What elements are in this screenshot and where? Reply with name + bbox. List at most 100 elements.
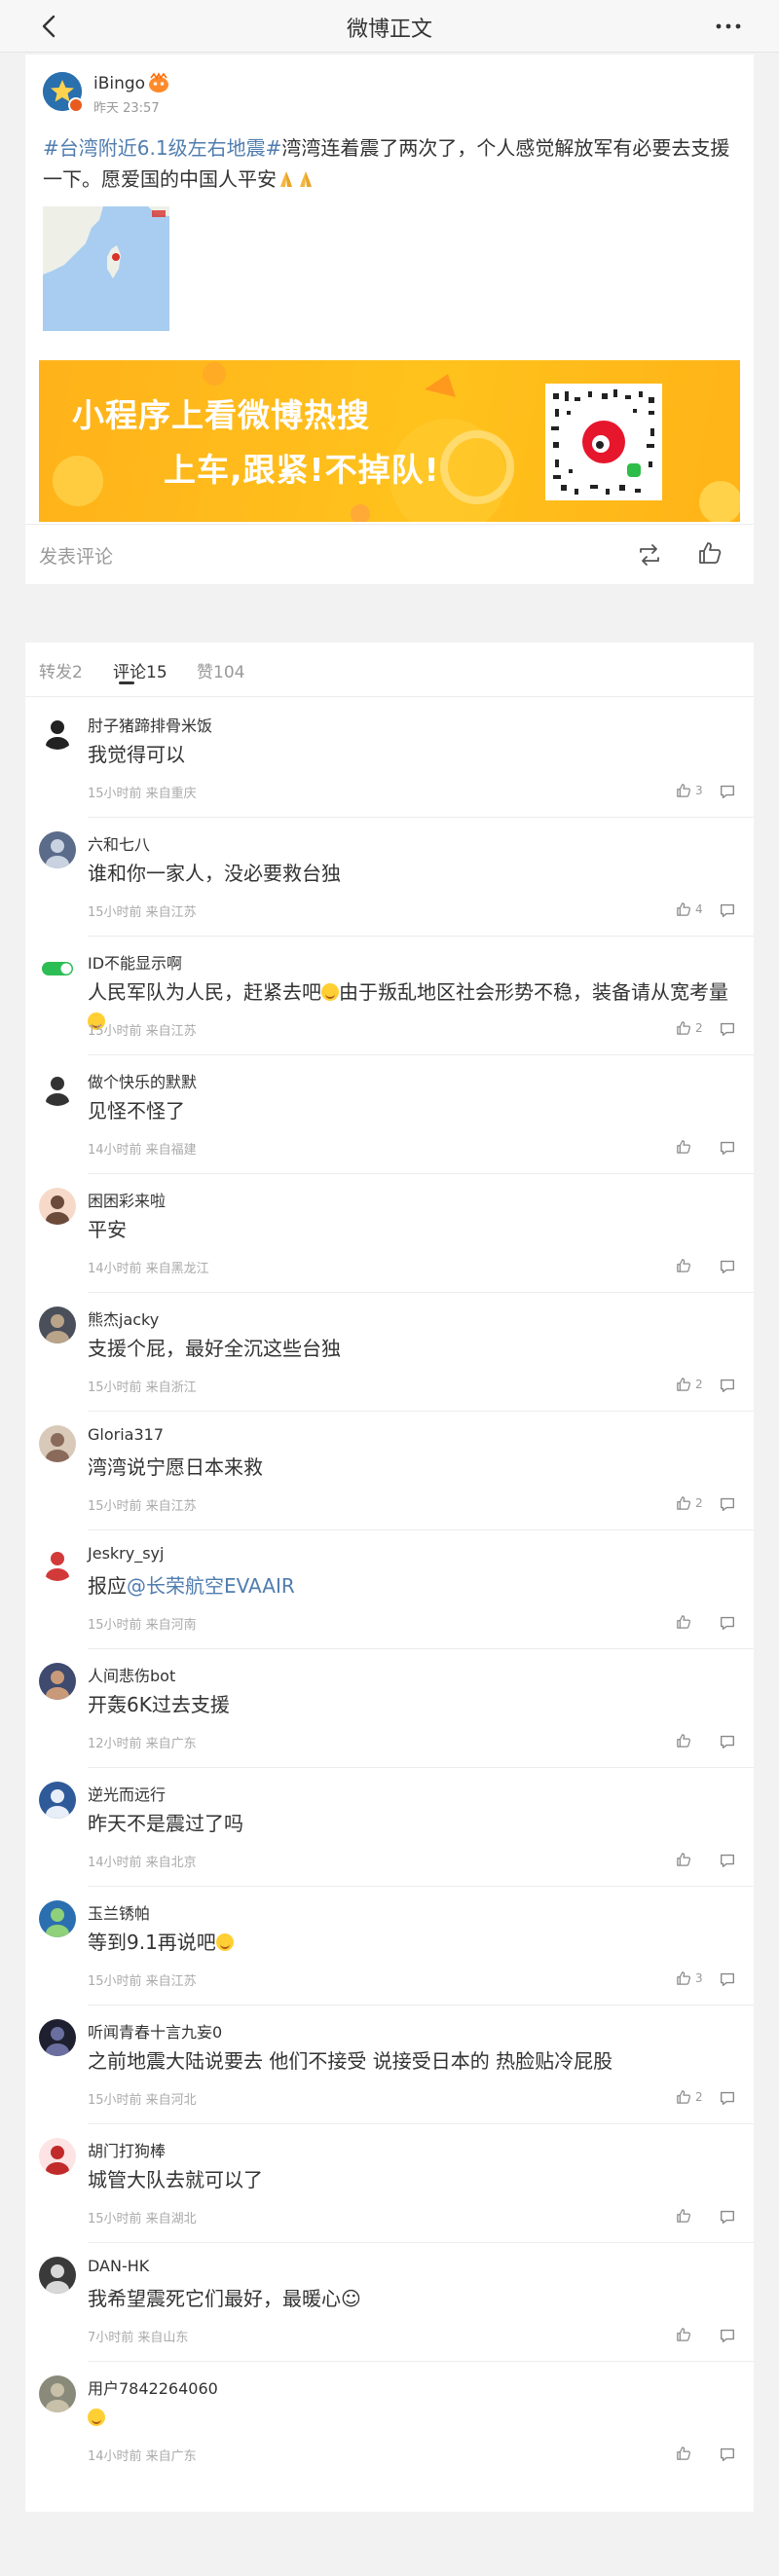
commenter-name[interactable]: 玉兰锈帕 [88, 1900, 150, 1924]
comment-reply-icon[interactable] [719, 2327, 738, 2346]
commenter-avatar[interactable] [39, 1425, 76, 1462]
comment-reply-icon[interactable] [719, 1020, 738, 1040]
comment-like-button[interactable] [676, 1256, 715, 1277]
mini-program-banner[interactable]: 小程序上看微博热搜 上车,跟紧!不掉队! [39, 360, 740, 522]
comment-text-continued: 由于叛乱地区社会形势不稳，装备请从宽考量 [339, 980, 728, 1004]
commenter-avatar[interactable] [39, 713, 76, 750]
comment-item[interactable]: 困困彩来啦 平安 14小时前 来自黑龙江 [25, 1174, 754, 1293]
commenter-avatar[interactable] [39, 2138, 76, 2175]
like-thumb-icon[interactable] [697, 540, 723, 566]
commenter-avatar[interactable] [39, 2257, 76, 2294]
comment-like-button[interactable] [676, 2444, 715, 2465]
comment-item[interactable]: 玉兰锈帕 等到9.1再说吧 15小时前 来自江苏 3 [25, 1887, 754, 2006]
comment-reply-icon[interactable] [719, 1852, 738, 1871]
comment-like-button[interactable] [676, 2325, 715, 2346]
banner-headline: 小程序上看微博热搜 [72, 396, 370, 434]
commenter-name[interactable]: 困困彩来啦 [88, 1188, 166, 1211]
comment-item[interactable]: Gloria317 湾湾说宁愿日本来救 15小时前 来自江苏 2 [25, 1412, 754, 1530]
commenter-name[interactable]: 做个快乐的默默 [88, 1069, 197, 1092]
commenter-avatar[interactable] [39, 2375, 76, 2412]
comment-text: 昨天不是震过了吗 [88, 1809, 740, 1838]
comment-reply-icon[interactable] [719, 1495, 738, 1515]
comment-like-button[interactable] [676, 1731, 715, 1752]
commenter-name[interactable]: 逆光而远行 [88, 1782, 166, 1805]
comment-item[interactable]: ID不能显示啊 人民军队为人民，赶紧去吧 由于叛乱地区社会形势不稳，装备请从宽考量 1… [25, 937, 754, 1055]
comment-item[interactable]: Jeskry_syj 报应@长荣航空EVAAIR 15小时前 来自河南 [25, 1530, 754, 1649]
comment-reply-icon[interactable] [719, 1733, 738, 1752]
comment-item[interactable]: 听闻青春十言九妄0 之前地震大陆说要去 他们不接受 说接受日本的 热脸贴冷屁股 15… [25, 2006, 754, 2124]
comment-like-button[interactable] [676, 1850, 715, 1871]
commenter-avatar[interactable] [39, 1188, 76, 1225]
commenter-avatar[interactable] [39, 1069, 76, 1106]
comment-item[interactable]: 用户7842264060 14小时前 来自广东 [25, 2362, 754, 2481]
commenter-name[interactable]: 六和七八 [88, 831, 150, 855]
commenter-avatar[interactable] [39, 1782, 76, 1819]
comment-item[interactable]: 六和七八 谁和你一家人，没必要救台独 15小时前 来自江苏 4 [25, 818, 754, 937]
smile-emoji-icon [321, 983, 339, 1001]
comment-input[interactable]: 发表评论 [39, 542, 113, 569]
comment-reply-icon[interactable] [719, 1377, 738, 1396]
commenter-avatar[interactable] [39, 831, 76, 868]
comment-reply-icon[interactable] [719, 902, 738, 921]
commenter-avatar[interactable] [39, 1306, 76, 1343]
commenter-avatar[interactable] [39, 1900, 76, 1937]
comment-like-count: 2 [695, 1378, 703, 1391]
page: 微博正文 iBingo 昨天 23:57 #台湾附近6.1级左右地震#湾湾连着震… [0, 0, 779, 2576]
comment-reply-icon[interactable] [719, 1970, 738, 1990]
mention-link[interactable]: @长荣航空EVAAIR [127, 1574, 295, 1598]
comment-item[interactable]: 胡门打狗棒 城管大队去就可以了 15小时前 来自湖北 [25, 2124, 754, 2243]
comment-meta: 15小时前 来自江苏 [88, 1024, 197, 1039]
commenter-name[interactable]: 胡门打狗棒 [88, 2138, 166, 2161]
author-username[interactable]: iBingo [93, 74, 145, 93]
commenter-avatar[interactable] [39, 950, 76, 987]
comment-item[interactable]: 肘子猪蹄排骨米饭 我觉得可以 15小时前 来自重庆 3 [25, 699, 754, 818]
comment-like-button[interactable]: 2 [676, 1375, 715, 1396]
comment-like-button[interactable] [676, 1612, 715, 1634]
comment-meta: 15小时前 来自重庆 [88, 787, 197, 801]
comment-reply-icon[interactable] [719, 2208, 738, 2227]
commenter-name[interactable]: DAN-HK [88, 2257, 149, 2275]
tab-comments[interactable]: 评论15 [113, 658, 167, 682]
commenter-avatar[interactable] [39, 1663, 76, 1700]
comment-like-button[interactable] [676, 1137, 715, 1159]
commenter-name[interactable]: 用户7842264060 [88, 2375, 218, 2399]
comment-reply-icon[interactable] [719, 2089, 738, 2109]
commenter-name[interactable]: Gloria317 [88, 1425, 164, 1444]
comment-reply-icon[interactable] [719, 2446, 738, 2465]
comment-reply-icon[interactable] [719, 1258, 738, 1277]
comment-text-main: 之前地震大陆说要去 他们不接受 说接受日本的 热脸贴冷屁股 [88, 2049, 613, 2073]
comment-item[interactable]: 人间悲伤bot 开轰6K过去支援 12小时前 来自广东 [25, 1649, 754, 1768]
comment-reply-icon[interactable] [719, 1614, 738, 1634]
commenter-avatar[interactable] [39, 2019, 76, 2056]
comment-like-button[interactable]: 2 [676, 2087, 715, 2109]
comment-like-button[interactable]: 2 [676, 1018, 715, 1040]
comment-item[interactable]: DAN-HK 我希望震死它们最好，最暖心☺ 7小时前 来自山东 [25, 2243, 754, 2362]
commenter-name[interactable]: ID不能显示啊 [88, 950, 182, 974]
tab-reposts[interactable]: 转发2 [39, 658, 83, 682]
interaction-tabs: 转发2 评论15 赞104 [25, 643, 754, 697]
comment-like-button[interactable]: 3 [676, 1969, 715, 1990]
commenter-avatar[interactable] [39, 1544, 76, 1581]
more-options-icon[interactable] [713, 14, 744, 39]
comment-item[interactable]: 做个快乐的默默 见怪不怪了 14小时前 来自福建 [25, 1055, 754, 1174]
comment-text-main: 等到9.1再说吧 [88, 1931, 216, 1954]
banner-subline: 上车,跟紧!不掉队! [164, 451, 440, 489]
comment-reply-icon[interactable] [719, 783, 738, 802]
comment-like-button[interactable]: 2 [676, 1493, 715, 1515]
topic-link[interactable]: #台湾附近6.1级左右地震# [43, 136, 281, 160]
comment-like-button[interactable]: 3 [676, 781, 715, 802]
comment-like-button[interactable]: 4 [676, 900, 715, 921]
commenter-name[interactable]: 熊杰jacky [88, 1306, 159, 1330]
commenter-name[interactable]: Jeskry_syj [88, 1544, 164, 1563]
tab-likes[interactable]: 赞104 [197, 658, 244, 682]
repost-icon[interactable] [637, 542, 662, 568]
commenter-name[interactable]: 听闻青春十言九妄0 [88, 2019, 222, 2042]
comment-reply-icon[interactable] [719, 1139, 738, 1159]
comment-item[interactable]: 熊杰jacky 支援个屁，最好全沉这些台独 15小时前 来自浙江 2 [25, 1293, 754, 1412]
commenter-name[interactable]: 人间悲伤bot [88, 1663, 175, 1686]
comment-text: 等到9.1再说吧 [88, 1928, 740, 1957]
map-image-thumbnail[interactable] [43, 206, 169, 331]
comment-item[interactable]: 逆光而远行 昨天不是震过了吗 14小时前 来自北京 [25, 1768, 754, 1887]
comment-like-button[interactable] [676, 2206, 715, 2227]
commenter-name[interactable]: 肘子猪蹄排骨米饭 [88, 713, 212, 736]
